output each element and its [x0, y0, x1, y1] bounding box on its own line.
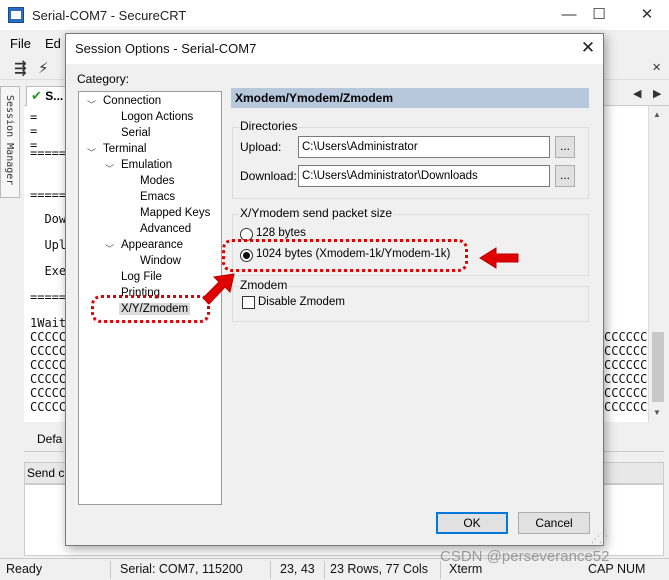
app-title: Serial-COM7 - SecureCRT — [32, 7, 187, 23]
status-size: 23 Rows, 77 Cols — [330, 562, 428, 576]
tree-item-emacs[interactable]: Emacs — [140, 191, 175, 203]
disable-zmodem-checkbox[interactable] — [242, 296, 255, 309]
menu-bar: File Ed — [0, 32, 75, 54]
tree-item-terminal[interactable]: Terminal — [103, 143, 146, 155]
collapse-chevron-icon[interactable]: ﹀ — [105, 162, 114, 175]
minimize-button[interactable]: — — [556, 4, 582, 26]
terminal-line-right: CCCCCC — [604, 330, 648, 344]
tree-item-advanced[interactable]: Advanced — [140, 223, 191, 235]
tree-item-modes[interactable]: Modes — [140, 175, 175, 187]
status-port: Serial: COM7, 115200 — [120, 562, 243, 576]
tree-item-emulation[interactable]: Emulation — [121, 159, 172, 171]
scrollbar-thumb[interactable] — [652, 332, 664, 402]
tree-item-window[interactable]: Window — [140, 255, 181, 267]
session-options-dialog: Session Options - Serial-COM7 ✕ Category… — [65, 33, 608, 546]
connected-check-icon: ✔ — [31, 88, 42, 103]
disable-zmodem-label[interactable]: Disable Zmodem — [258, 296, 345, 308]
panel-title: Xmodem/Ymodem/Zmodem — [231, 88, 589, 108]
close-window-button[interactable]: ✕ — [634, 4, 660, 26]
dialog-close-icon[interactable]: ✕ — [577, 37, 599, 59]
terminal-line: CCCCC — [30, 386, 67, 400]
category-label: Category: — [77, 72, 130, 86]
terminal-line: Exe — [30, 264, 67, 278]
toolbar-overflow-icon[interactable]: ✕ — [652, 61, 661, 74]
download-browse-button[interactable]: ... — [555, 165, 575, 187]
tree-item-serial[interactable]: Serial — [121, 127, 150, 139]
highlight-1024-option — [222, 239, 468, 272]
terminal-line-right: CCCCCC — [604, 400, 648, 414]
send-command-label: Send c — [27, 466, 65, 480]
terminal-line: CCCCC — [30, 344, 67, 358]
tab-next-icon[interactable]: ▶ — [653, 87, 661, 100]
ok-button[interactable]: OK — [436, 512, 508, 534]
terminal-line-right: CCCCCC — [604, 386, 648, 400]
resize-grip-icon[interactable]: ⋰⋰ — [591, 534, 608, 545]
session-tab[interactable]: ✔ S... — [26, 86, 66, 106]
tree-item-log-file[interactable]: Log File — [121, 271, 162, 283]
terminal-line: ===== — [30, 146, 67, 160]
csdn-watermark: CSDN @perseverance52 — [440, 548, 610, 565]
collapse-chevron-icon[interactable]: ﹀ — [87, 146, 96, 159]
tree-item-mapped-keys[interactable]: Mapped Keys — [140, 207, 210, 219]
collapse-chevron-icon[interactable]: ﹀ — [105, 242, 114, 255]
download-label: Download: — [240, 169, 297, 183]
terminal-line: 1Wait — [30, 316, 67, 330]
status-separator — [110, 561, 111, 579]
tree-item-logon-actions[interactable]: Logon Actions — [121, 111, 193, 123]
status-cursor: 23, 43 — [280, 562, 315, 576]
packet-size-label: X/Ymodem send packet size — [239, 206, 394, 220]
terminal-scrollbar[interactable]: ▲ ▼ — [648, 106, 666, 422]
menu-edit[interactable]: Ed — [45, 36, 61, 51]
directories-label: Directories — [239, 119, 299, 133]
tab-prev-icon[interactable]: ◀ — [633, 87, 641, 100]
terminal-line: ===== — [30, 188, 67, 202]
tree-item-appearance[interactable]: Appearance — [121, 239, 183, 251]
terminal-line: = — [30, 124, 38, 138]
download-directory-input[interactable]: C:\Users\Administrator\Downloads — [298, 165, 550, 187]
default-tab-label[interactable]: Defa — [37, 432, 62, 446]
quick-connect-lightning-icon[interactable]: ⚡ — [38, 59, 49, 77]
status-ready: Ready — [6, 562, 43, 576]
terminal-line-right: CCCCCC — [604, 344, 648, 358]
upload-browse-button[interactable]: ... — [555, 136, 575, 158]
upload-label: Upload: — [240, 140, 282, 154]
annotation-arrow-up-icon — [202, 273, 235, 305]
terminal-line: = — [30, 110, 38, 124]
session-tab-label: S... — [45, 89, 64, 103]
terminal-line: ===== — [30, 290, 67, 304]
session-manager-tab[interactable]: Session Manager — [0, 86, 20, 198]
upload-directory-input[interactable]: C:\Users\Administrator — [298, 136, 550, 158]
terminal-line: CCCCC — [30, 330, 67, 344]
dialog-titlebar: Session Options - Serial-COM7 ✕ — [66, 34, 603, 64]
terminal-line: Upl — [30, 238, 67, 252]
highlight-xyzmodem-item — [91, 295, 210, 323]
terminal-line-right: CCCCCC — [604, 372, 648, 386]
app-titlebar: Serial-COM7 - SecureCRT — ☐ ✕ — [0, 0, 669, 30]
scroll-up-icon[interactable]: ▲ — [653, 110, 661, 119]
annotation-arrow-left-icon — [479, 247, 519, 269]
connect-tree-icon[interactable]: ⇶ — [14, 59, 27, 77]
tree-item-connection[interactable]: Connection — [103, 95, 161, 107]
terminal-line: Dow — [30, 212, 67, 226]
status-separator — [270, 561, 271, 579]
terminal-line: CCCCC — [30, 400, 67, 414]
terminal-line: CCCCC — [30, 372, 67, 386]
maximize-button[interactable]: ☐ — [586, 4, 612, 26]
option-128-label[interactable]: 128 bytes — [256, 227, 306, 239]
terminal-line-right: CCCCCC — [604, 358, 648, 372]
securecrt-app-icon — [8, 7, 24, 23]
scroll-down-icon[interactable]: ▼ — [653, 408, 661, 417]
collapse-chevron-icon[interactable]: ﹀ — [87, 98, 96, 111]
cancel-button[interactable]: Cancel — [518, 512, 590, 534]
terminal-line: CCCCC — [30, 358, 67, 372]
menu-file[interactable]: File — [10, 36, 31, 51]
session-manager-label: Session Manager — [4, 95, 15, 186]
status-separator — [324, 561, 325, 579]
status-num: NUM — [617, 562, 646, 576]
dialog-title: Session Options - Serial-COM7 — [75, 41, 257, 56]
zmodem-label: Zmodem — [239, 278, 289, 292]
